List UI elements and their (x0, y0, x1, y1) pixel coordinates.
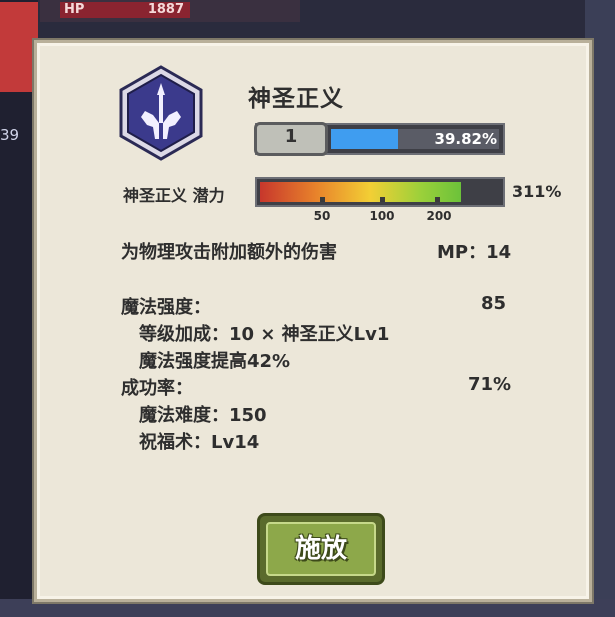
level-badge: 1 (254, 122, 328, 156)
potential-tick-200 (435, 197, 440, 202)
potential-bar (255, 177, 505, 207)
magic-power-label: 魔法强度： (121, 297, 211, 318)
hp-value: 1887 (147, 2, 184, 17)
skill-dialog: 神圣正义 39.82% 1 神圣正义 潜力 311% 50 100 200 为物… (34, 40, 592, 602)
xp-percent: 39.82% (434, 130, 497, 148)
level-bonus: 等级加成：10 × 神圣正义Lv1 (139, 324, 390, 345)
background-left-panel (0, 0, 38, 617)
potential-marker-50: 50 (313, 209, 331, 223)
potential-label: 神圣正义 潜力 (123, 186, 225, 205)
mp-cost: MP：14 (437, 242, 512, 263)
potential-marker-200: 200 (426, 209, 452, 223)
blessing-level: 祝福术：Lv14 (139, 432, 260, 453)
hp-bar: HP 1887 (60, 2, 190, 18)
level-xp-bar: 39.82% 1 (254, 122, 505, 156)
xp-fill (331, 129, 398, 149)
potential-fill (260, 182, 461, 202)
success-rate-value: 71% (468, 374, 512, 395)
magic-increase: 魔法强度提高42% (139, 351, 291, 372)
hp-label: HP (64, 2, 85, 17)
xp-track: 39.82% (331, 129, 499, 149)
cast-button[interactable]: 施放 (257, 513, 385, 585)
holy-justice-icon (119, 65, 203, 161)
cast-button-label[interactable]: 施放 (266, 522, 376, 576)
character-avatar (0, 2, 38, 92)
background-side-number: 39 (0, 126, 20, 144)
potential-value: 311% (512, 182, 562, 201)
success-rate-label: 成功率： (121, 378, 193, 399)
skill-description: 为物理攻击附加额外的伤害 (121, 242, 337, 263)
potential-tick-50 (320, 197, 325, 202)
magic-difficulty: 魔法难度：150 (139, 405, 267, 426)
magic-power-value: 85 (481, 293, 507, 314)
skill-title: 神圣正义 (248, 86, 344, 112)
potential-tick-100 (380, 197, 385, 202)
potential-marker-100: 100 (369, 209, 395, 223)
